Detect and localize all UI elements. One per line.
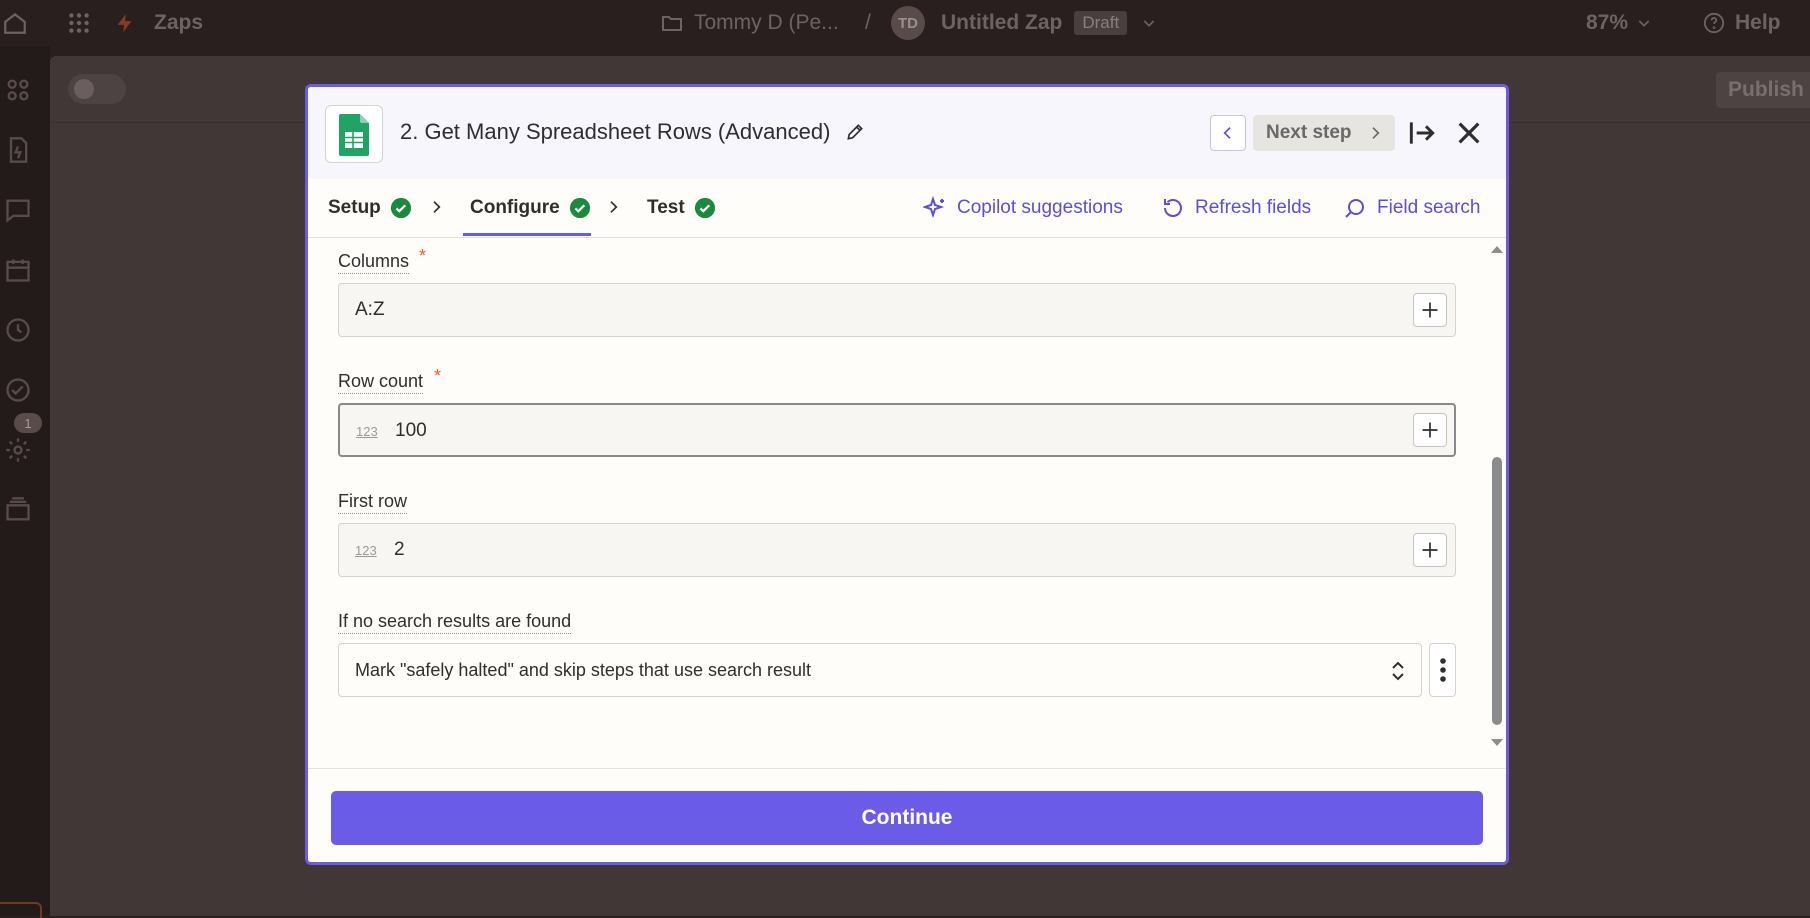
folder-icon: [662, 16, 682, 31]
more-vertical-icon: [1439, 658, 1446, 682]
zapier-bolt-icon: [114, 0, 136, 46]
activity-icon[interactable]: [4, 376, 32, 404]
no-results-select[interactable]: Mark "safely halted" and skip steps that…: [338, 643, 1422, 697]
first-row-label: First row: [338, 490, 407, 514]
step-title: 2. Get Many Spreadsheet Rows (Advanced): [400, 119, 831, 144]
folder-breadcrumb[interactable]: Tommy D (Pe...: [660, 0, 839, 46]
number-type-icon: 123: [355, 542, 377, 558]
avatar: TD: [891, 6, 925, 40]
history-icon[interactable]: [4, 316, 32, 344]
active-tab-indicator: [463, 233, 591, 236]
insert-data-button[interactable]: [1413, 533, 1447, 567]
field-options-button[interactable]: [1429, 643, 1456, 697]
chevron-down-icon: [1638, 20, 1650, 27]
chevron-right-icon: [1372, 127, 1380, 139]
columns-input[interactable]: A:Z: [338, 283, 1456, 337]
tab-label: Test: [647, 197, 685, 218]
check-circle-icon: [390, 197, 411, 219]
columns-label: Columns: [338, 250, 410, 274]
chevron-left-icon: [1223, 127, 1231, 139]
insert-data-button[interactable]: [1413, 293, 1447, 327]
continue-button[interactable]: Continue: [331, 791, 1483, 845]
refresh-fields-button[interactable]: Refresh fields: [1161, 179, 1311, 237]
home-icon[interactable]: [2, 0, 28, 46]
tab-label: Configure: [470, 197, 560, 218]
first-row-value: 2: [394, 539, 405, 560]
select-arrows-icon: [1392, 661, 1404, 681]
tab-configure[interactable]: Configure: [470, 179, 591, 237]
help-label: Help: [1735, 11, 1781, 34]
search-icon: [1345, 199, 1364, 218]
next-step-button[interactable]: Next step: [1253, 115, 1395, 151]
required-marker: *: [434, 366, 442, 386]
modal-footer: Continue: [308, 768, 1506, 862]
refresh-label: Refresh fields: [1195, 197, 1312, 218]
settings-icon[interactable]: [4, 436, 32, 464]
app-name[interactable]: Zaps: [154, 0, 203, 46]
apps-icon[interactable]: [4, 76, 32, 104]
help-button[interactable]: Help: [1703, 0, 1781, 46]
next-step-label: Next step: [1266, 122, 1352, 143]
calendar-icon[interactable]: [4, 256, 32, 284]
first-row-input[interactable]: 123 2: [338, 523, 1456, 577]
previous-step-button[interactable]: [1210, 115, 1246, 151]
zap-file-icon[interactable]: [4, 136, 32, 164]
field-search-label: Field search: [1377, 197, 1481, 218]
step-editor-modal: 2. Get Many Spreadsheet Rows (Advanced) …: [305, 84, 1509, 865]
scroll-up-arrow-icon[interactable]: [1490, 244, 1504, 254]
zap-title-area[interactable]: TD Untitled Zap Draft: [891, 0, 1157, 46]
chevron-right-icon: [433, 201, 441, 213]
scroll-down-arrow-icon[interactable]: [1490, 738, 1504, 748]
check-circle-icon: [694, 197, 715, 219]
zap-toggle[interactable]: [68, 74, 126, 104]
edit-pencil-icon[interactable]: [845, 122, 865, 142]
modal-header: 2. Get Many Spreadsheet Rows (Advanced) …: [308, 87, 1506, 179]
row-count-label: Row count: [338, 370, 424, 394]
refresh-icon: [1164, 199, 1182, 217]
breadcrumb-separator: /: [865, 11, 871, 34]
scrollbar[interactable]: [1488, 244, 1506, 754]
step-tabs: Setup Configure Test Copilot suggestions…: [308, 179, 1506, 238]
tab-test[interactable]: Test: [647, 179, 716, 237]
sparkle-icon: [923, 196, 945, 219]
no-results-label: If no search results are found: [338, 610, 572, 634]
plus-icon: [1422, 542, 1438, 558]
top-bar: Zaps Tommy D (Pe... / TD Untitled Zap Dr…: [0, 0, 1810, 46]
plus-icon: [1422, 302, 1438, 318]
publish-button[interactable]: Publish: [1716, 72, 1810, 108]
row-count-input[interactable]: 123 100: [338, 403, 1456, 457]
check-circle-icon: [569, 197, 590, 219]
expand-panel-icon[interactable]: [1406, 117, 1438, 149]
close-icon[interactable]: [1453, 117, 1485, 149]
zap-name: Untitled Zap: [941, 11, 1063, 34]
folder-name: Tommy D (Pe...: [694, 11, 839, 34]
zoom-level: 87%: [1586, 11, 1629, 34]
number-type-icon: 123: [356, 423, 378, 439]
notification-badge: 1: [14, 413, 42, 433]
insert-data-button[interactable]: [1413, 413, 1447, 447]
required-marker: *: [419, 246, 427, 266]
tab-setup[interactable]: Setup: [328, 179, 412, 237]
columns-value: A:Z: [355, 299, 385, 320]
chevron-down-icon: [1143, 20, 1155, 27]
google-sheets-icon: [325, 105, 383, 163]
layers-icon[interactable]: [4, 496, 32, 524]
apps-grid-icon[interactable]: [66, 0, 92, 46]
no-results-value: Mark "safely halted" and skip steps that…: [355, 659, 812, 680]
copilot-label: Copilot suggestions: [957, 197, 1123, 218]
row-count-value: 100: [395, 420, 427, 441]
zoom-control[interactable]: 87%: [1586, 0, 1652, 46]
tab-label: Setup: [328, 197, 381, 218]
chevron-right-icon: [610, 201, 618, 213]
status-badge: Draft: [1074, 11, 1128, 35]
chat-icon[interactable]: [4, 196, 32, 224]
toggle-knob: [74, 79, 94, 99]
modal-body: Columns * A:Z Row count * 123 100 First …: [308, 238, 1506, 768]
left-sidebar: 1: [0, 46, 50, 916]
plus-icon: [1422, 422, 1438, 438]
scrollbar-thumb[interactable]: [1492, 457, 1502, 725]
copilot-suggestions-button[interactable]: Copilot suggestions: [923, 179, 1123, 237]
field-search-button[interactable]: Field search: [1343, 179, 1481, 237]
help-icon: [1703, 12, 1725, 34]
